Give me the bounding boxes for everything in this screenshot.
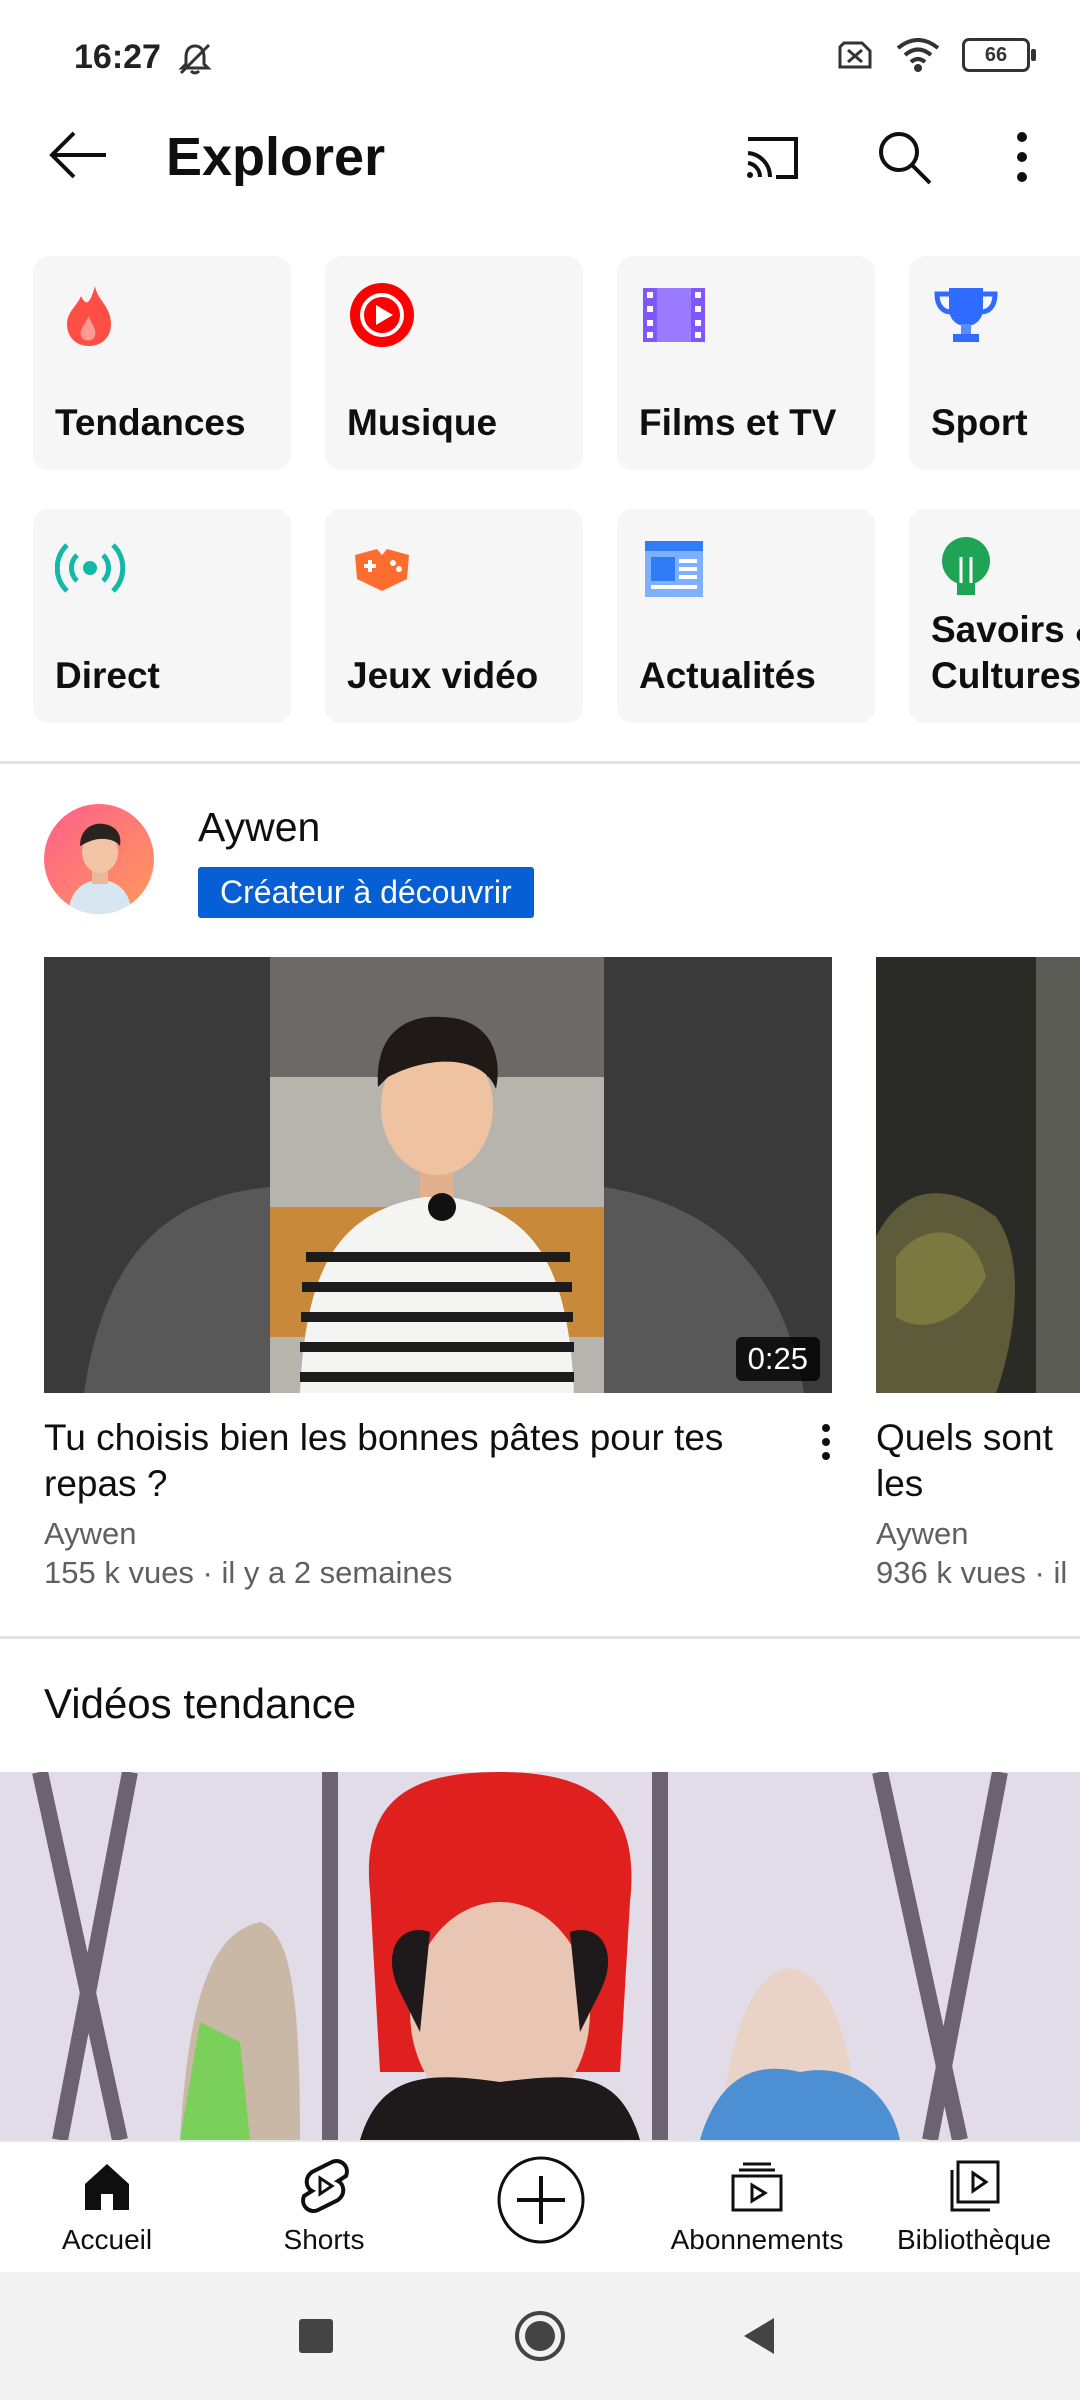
video-channel: Aywen [876,1516,969,1551]
video-thumbnail-image [876,957,1080,1393]
video-stats: 155 k vues · il y a 2 semaines [44,1555,453,1590]
back-triangle-icon[interactable] [738,2314,782,2358]
video-channel: Aywen [44,1516,137,1551]
cast-icon[interactable] [740,125,804,189]
category-direct[interactable]: Direct [33,509,291,723]
page-title: Explorer [166,127,386,187]
trophy-icon [934,288,998,342]
home-circle-icon[interactable] [512,2308,568,2364]
music-play-icon [350,283,414,347]
trending-video-thumbnail[interactable] [0,1772,1080,2140]
no-sim-icon [838,41,872,69]
newspaper-icon [645,541,703,597]
live-broadcast-icon [55,543,125,593]
nav-label: Shorts [283,2224,365,2255]
category-label: Musique [347,402,498,443]
search-icon[interactable] [872,125,936,189]
avatar[interactable] [44,804,154,914]
creator-name[interactable]: Aywen [198,804,320,851]
category-sport[interactable]: Sport [909,256,1080,470]
video-thumbnail-image [44,957,832,1393]
more-vert-icon[interactable] [990,125,1054,189]
category-label: Films et TV [639,402,837,443]
subscriptions-icon [731,2162,783,2212]
section-divider [0,1636,1080,1639]
nav-shorts[interactable]: Shorts [219,2156,429,2256]
category-musique[interactable]: Musique [325,256,583,470]
bottom-navigation: Accueil Shorts Abonnements Bibliothèque [0,2140,1080,2272]
section-divider [0,761,1080,764]
nav-bibliotheque[interactable]: Bibliothèque [869,2156,1079,2256]
category-label: Actualités [639,655,816,696]
category-label: Jeux vidéo [347,655,539,696]
gamepad-icon [355,549,409,591]
recents-square-icon[interactable] [296,2316,336,2356]
film-strip-icon [643,288,705,342]
video-more-icon[interactable] [804,1420,848,1464]
trending-flame-icon [67,286,111,346]
system-navigation-bar [0,2272,1080,2400]
category-label: Savoirs & Cultures [931,609,1080,696]
nav-label: Bibliothèque [896,2224,1052,2255]
category-actualites[interactable]: Actualités [617,509,875,723]
nav-label: Abonnements [670,2224,844,2255]
status-icons: 66 [836,38,1036,72]
nav-abonnements[interactable]: Abonnements [652,2156,862,2256]
category-label: Tendances [55,402,246,443]
wifi-icon [896,38,940,72]
library-icon [950,2160,1000,2212]
video-thumbnail[interactable] [876,957,1080,1393]
video-title[interactable]: Quels sont les présidents F [876,1415,1080,1507]
nav-accueil[interactable]: Accueil [2,2156,212,2256]
video-title[interactable]: Tu choisis bien les bonnes pâtes pour te… [44,1415,784,1507]
mute-bell-icon [178,43,212,75]
back-arrow-icon[interactable] [44,125,114,185]
category-jeux-video[interactable]: Jeux vidéo [325,509,583,723]
shorts-icon [301,2159,349,2213]
category-label: Sport [931,402,1028,443]
lightbulb-icon [942,537,990,595]
nav-label: Accueil [61,2224,153,2255]
trending-thumbnail-image [0,1772,1080,2140]
category-savoirs-cultures[interactable]: Savoirs & Cultures [909,509,1080,723]
home-icon [85,2164,129,2210]
creator-badge: Créateur à découvrir [198,867,534,918]
category-films-tv[interactable]: Films et TV [617,256,875,470]
create-plus-icon [497,2156,585,2244]
category-label: Direct [55,655,160,696]
video-stats: 936 k vues · il [876,1555,1068,1590]
video-thumbnail[interactable]: 0:25 [44,957,832,1393]
category-tendances[interactable]: Tendances [33,256,291,470]
status-time: 16:27 [74,38,161,76]
battery-indicator: 66 [962,38,1036,72]
nav-create[interactable] [436,2154,646,2246]
creator-photo [68,823,132,914]
video-duration: 0:25 [735,1337,820,1381]
section-title: Vidéos tendance [44,1680,357,1727]
